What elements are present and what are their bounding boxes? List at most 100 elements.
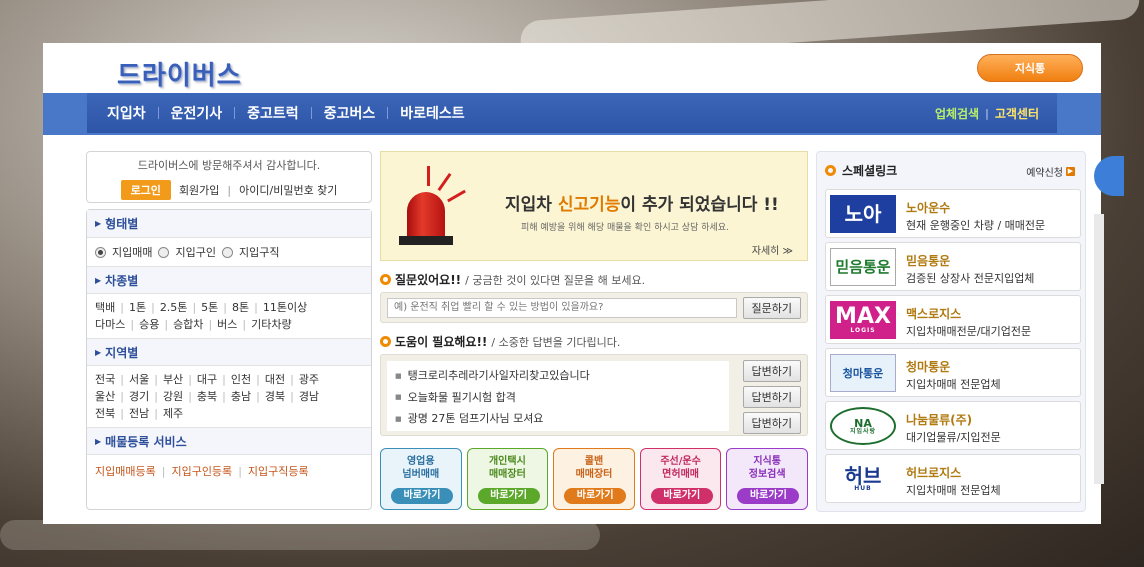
special-link-card[interactable]: MAX LOGIS 맥스로지스지입차매매전문/대기업전문 [825, 295, 1081, 344]
region-tag[interactable]: 전국 [95, 371, 115, 388]
region-tag[interactable]: 대구 [197, 371, 217, 388]
login-divider: | [227, 183, 232, 197]
partner-name: 맥스로지스 [906, 307, 962, 321]
quick-tile[interactable]: 콜밴 매매장터 바로가기 [553, 448, 635, 510]
quick-tile[interactable]: 개인택시 매매장터 바로가기 [466, 448, 549, 510]
radio-label[interactable]: 지입구인 [175, 244, 215, 260]
special-links-panel: 스페셜링크 예약신청 ▶ 노아 노아운수 현재 운행중인 차량 / 매매전문 믿음통운 믿… [816, 151, 1086, 512]
banner-more-link[interactable]: 자세히 ≫ [752, 242, 793, 257]
arrow-right-icon: ▶ [1066, 167, 1075, 176]
answer-button[interactable]: 답변하기 [742, 412, 801, 434]
vehicle-tag[interactable]: 버스 [217, 316, 237, 333]
region-row: 전북 | 전남 | 제주 [95, 405, 184, 422]
answer-button[interactable]: 답변하기 [742, 360, 801, 382]
help-box: ■ 탱크로리추레라기사일자리찾고있습니다 ■ 오늘화물 필기시험 합격 ■ 광명 27… [380, 354, 808, 436]
help-list-item[interactable]: ■ 광명 27톤 덤프기사님 모셔요 [395, 408, 721, 430]
help-header: 도움이 필요해요!! / 소중한 답변을 기다립니다. [380, 333, 808, 350]
section-header-region: ▶ 지역별 [87, 338, 371, 366]
special-link-card[interactable]: 청마통운 청마통운 지입차매매 전문업체 [825, 348, 1081, 397]
region-tag[interactable]: 경남 [299, 388, 319, 405]
vehicle-tag[interactable]: 승합차 [173, 316, 203, 333]
reservation-link[interactable]: 예약신청 ▶ [1026, 164, 1075, 179]
vehicle-tag[interactable]: 2.5톤 [160, 299, 188, 316]
partner-desc: 현재 운행중인 차량 / 매매전문 [906, 219, 1046, 232]
ask-button[interactable]: 질문하기 [742, 296, 801, 319]
nav-item-used-truck[interactable]: 중고트럭 [235, 103, 311, 123]
region-tag[interactable]: 전남 [129, 405, 149, 422]
region-tag[interactable]: 대전 [265, 371, 285, 388]
tile-go-button[interactable]: 바로가기 [737, 488, 800, 504]
region-tag[interactable]: 부산 [163, 371, 183, 388]
vehicle-tag[interactable]: 11톤이상 [263, 299, 307, 316]
partner-desc: 지입차매매전문/대기업전문 [906, 325, 1032, 338]
special-header: 스페셜링크 [825, 162, 897, 179]
find-account-link[interactable]: 아이디/비밀번호 찾기 [239, 182, 337, 198]
nav-item-jiipcha[interactable]: 지입차 [95, 103, 158, 123]
background-streak [0, 520, 600, 550]
region-tag[interactable]: 제주 [163, 405, 183, 422]
quick-tile[interactable]: 지식통 정보검색 바로가기 [726, 448, 808, 510]
join-link[interactable]: 회원가입 [179, 182, 219, 198]
partner-name: 노아운수 [906, 201, 951, 215]
radio-jiip-hire[interactable] [158, 246, 170, 258]
region-tag[interactable]: 광주 [299, 371, 319, 388]
radio-jiip-job[interactable] [221, 246, 233, 258]
special-link-card[interactable]: 노아 노아운수 현재 운행중인 차량 / 매매전문 [825, 189, 1081, 238]
vehicle-tag[interactable]: 승용 [139, 316, 159, 333]
welcome-box: 드라이버스에 방문해주셔서 감사합니다. 로그인 회원가입 | 아이디/비밀번호… [86, 151, 372, 203]
site-logo[interactable]: 드라이버스 [117, 55, 242, 92]
answer-button[interactable]: 답변하기 [742, 386, 801, 408]
section-title: 매물등록 서비스 [105, 434, 187, 449]
vehicle-tag[interactable]: 기타차량 [251, 316, 291, 333]
quick-tile[interactable]: 영업용 넘버매매바로가기 [380, 448, 462, 510]
login-button[interactable]: 로그인 [120, 180, 171, 200]
partner-desc: 지입차매매 전문업체 [906, 484, 1001, 497]
region-tag[interactable]: 인천 [231, 371, 251, 388]
region-tag[interactable]: 서울 [129, 371, 149, 388]
special-link-card[interactable]: 믿음통운 믿음통운 검증된 상장사 전문지입업체 [825, 242, 1081, 291]
radio-label[interactable]: 지입매매 [112, 244, 152, 260]
tile-label: 영업용 넘버매매 [402, 456, 440, 480]
service-link-hire[interactable]: 지입구인등록 [171, 465, 232, 478]
special-link-card[interactable]: 허브 HUB 허브로지스 지입차매매 전문업체 [825, 454, 1081, 503]
vehicle-tag[interactable]: 8톤 [232, 299, 249, 316]
special-link-card[interactable]: NA 지입사랑 나눔물류(주) 대기업물류/지입전문 [825, 401, 1081, 450]
notice-banner[interactable]: 지입차 신고기능이 추가 되었습니다 !! 피해 예방을 위해 해당 매물을 확… [380, 151, 808, 261]
company-search-link[interactable]: 업체검색 [935, 105, 979, 122]
quick-tile[interactable]: 주선/운수 면허매매 바로가기 [639, 448, 722, 510]
region-tag[interactable]: 경북 [265, 388, 285, 405]
vehicle-tag[interactable]: 다마스 [95, 316, 125, 333]
vehicle-tag[interactable]: 5톤 [201, 299, 218, 316]
region-tag[interactable]: 울산 [95, 388, 115, 405]
service-link-sale[interactable]: 지입매매등록 [95, 465, 156, 478]
region-tag[interactable]: 충북 [197, 388, 217, 405]
banner-headline: 지입차 신고기능이 추가 되었습니다 !! [505, 195, 779, 215]
region-row: 울산 | 경기 | 강원 | 충북 | 충남 | 경북 | 경남 [95, 388, 320, 405]
nav-item-baro-test[interactable]: 바로테스트 [388, 103, 476, 123]
section-title: 차종별 [105, 273, 139, 288]
service-link-job[interactable]: 지입구직등록 [248, 465, 309, 478]
tile-go-button[interactable]: 바로가기 [650, 488, 713, 504]
region-tag[interactable]: 강원 [163, 388, 183, 405]
tile-go-button[interactable]: 바로가기 [391, 488, 453, 504]
vehicle-tag[interactable]: 1톤 [129, 299, 146, 316]
vehicle-tag[interactable]: 택배 [95, 299, 115, 316]
help-desc: / 소중한 답변을 기다립니다. [491, 335, 621, 349]
help-list-item[interactable]: ■ 오늘화물 필기시험 합격 [395, 387, 721, 409]
help-list-item[interactable]: ■ 탱크로리추레라기사일자리찾고있습니다 [395, 365, 721, 387]
partner-logo: MAX LOGIS [830, 301, 896, 339]
tile-go-button[interactable]: 바로가기 [477, 488, 540, 504]
nav-item-driver[interactable]: 운전기사 [159, 103, 235, 123]
radio-label[interactable]: 지입구직 [239, 244, 279, 260]
knowledge-button[interactable]: 지식통 [977, 54, 1083, 82]
tile-go-button[interactable]: 바로가기 [564, 488, 627, 504]
region-tag[interactable]: 충남 [231, 388, 251, 405]
radio-jiip-sale[interactable] [95, 246, 106, 258]
question-input[interactable] [387, 297, 737, 318]
customer-center-link[interactable]: 고객센터 [995, 105, 1039, 122]
region-tag[interactable]: 경기 [129, 388, 149, 405]
nav-item-used-bus[interactable]: 중고버스 [312, 103, 388, 123]
circle-bullet-icon [825, 165, 836, 176]
region-tag[interactable]: 전북 [95, 405, 115, 422]
section-header-service: ▶ 매물등록 서비스 [87, 427, 371, 455]
